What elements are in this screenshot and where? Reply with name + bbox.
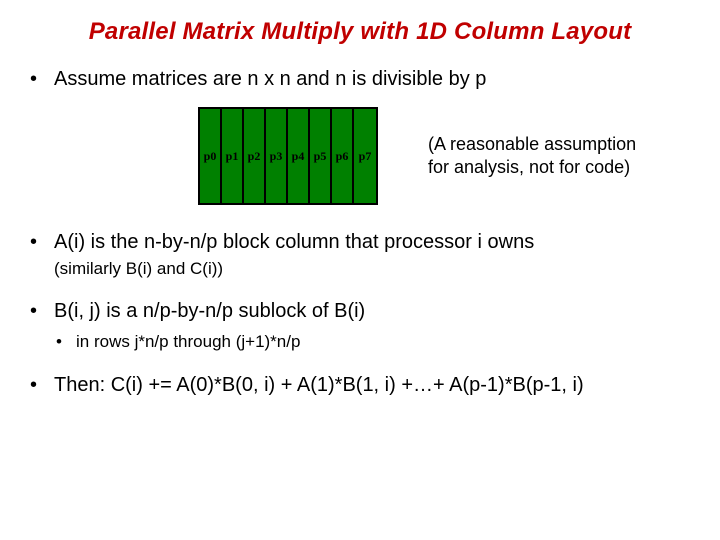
matrix-col-p1: p1: [222, 109, 244, 203]
bullet-list: Assume matrices are n x n and n is divis…: [28, 66, 692, 93]
matrix-col-p2: p2: [244, 109, 266, 203]
bullet-text: Then: C(i) += A(0)*B(0, i) + A(1)*B(1, i…: [54, 374, 584, 396]
assumption-note: (A reasonable assumption for analysis, n…: [428, 133, 636, 180]
bullet-bij: B(i, j) is a n/p-by-n/p sublock of B(i) …: [28, 298, 692, 354]
bullet-text: Assume matrices are n x n and n is divis…: [54, 68, 486, 90]
note-line-2: for analysis, not for code): [428, 157, 630, 177]
bullet-list-2: A(i) is the n-by-n/p block column that p…: [28, 229, 692, 399]
note-line-1: (A reasonable assumption: [428, 134, 636, 154]
bullet-sub: (similarly B(i) and C(i)): [54, 258, 692, 280]
matrix-col-p5: p5: [310, 109, 332, 203]
bullet-rows: in rows j*n/p through (j+1)*n/p: [54, 331, 692, 354]
matrix-col-p0: p0: [200, 109, 222, 203]
bullet-text: B(i, j) is a n/p-by-n/p sublock of B(i): [54, 300, 365, 322]
bullet-then: Then: C(i) += A(0)*B(0, i) + A(1)*B(1, i…: [28, 372, 692, 399]
matrix-col-p6: p6: [332, 109, 354, 203]
bullet-assumption: Assume matrices are n x n and n is divis…: [28, 66, 692, 93]
matrix-col-p7: p7: [354, 109, 376, 203]
slide-title: Parallel Matrix Multiply with 1D Column …: [28, 18, 692, 46]
bullet-ai: A(i) is the n-by-n/p block column that p…: [28, 229, 692, 280]
matrix-diagram: p0 p1 p2 p3 p4 p5 p6 p7: [198, 107, 378, 205]
bullet-text: A(i) is the n-by-n/p block column that p…: [54, 231, 534, 253]
matrix-col-p3: p3: [266, 109, 288, 203]
bullet-text: in rows j*n/p through (j+1)*n/p: [76, 332, 300, 351]
inner-list: in rows j*n/p through (j+1)*n/p: [54, 331, 692, 354]
figure-row: p0 p1 p2 p3 p4 p5 p6 p7 (A reasonable as…: [198, 107, 692, 205]
matrix-col-p4: p4: [288, 109, 310, 203]
